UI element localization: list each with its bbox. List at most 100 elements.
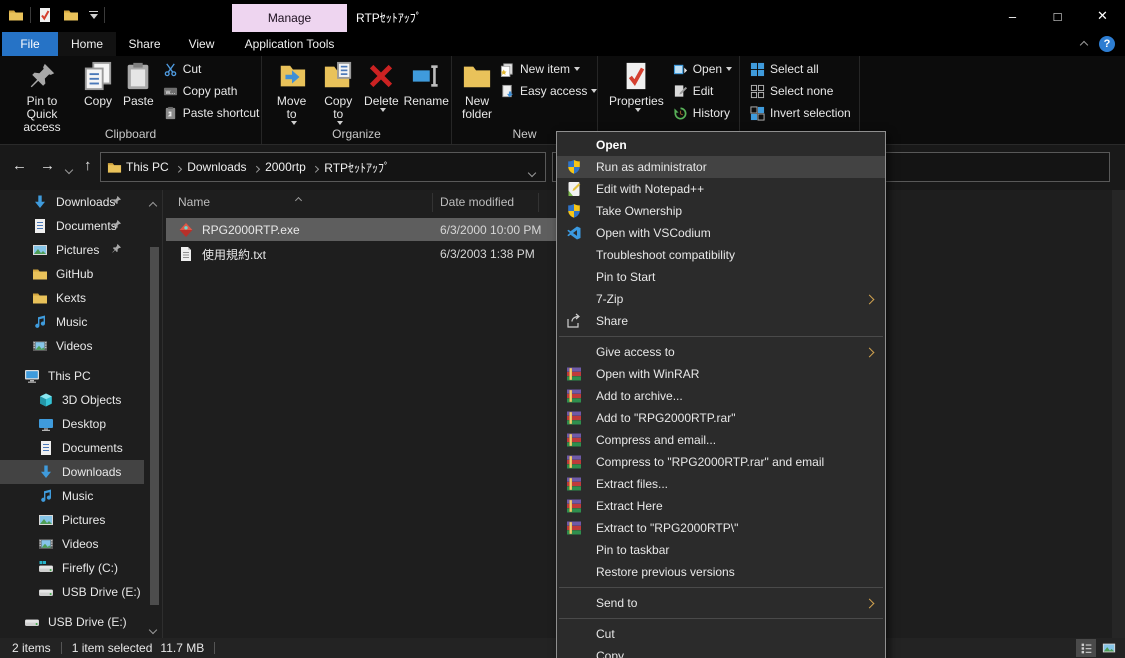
recent-locations-icon[interactable] xyxy=(66,162,72,176)
maximize-button[interactable]: □ xyxy=(1035,0,1080,32)
menu-item-add-to-archive[interactable]: Add to archive... xyxy=(557,385,885,407)
menu-item-share[interactable]: Share xyxy=(557,310,885,332)
column-header-name[interactable]: Name xyxy=(178,190,378,214)
forward-icon[interactable]: → xyxy=(40,157,55,174)
sidebar-item-videos[interactable]: Videos xyxy=(0,334,144,358)
breadcrumb-segment-rtp[interactable]: RTPｾｯﾄｱｯﾌﾟ xyxy=(320,159,394,176)
tab-application-tools[interactable]: Application Tools xyxy=(232,32,347,56)
menu-item-send-to[interactable]: Send to xyxy=(557,592,885,614)
help-icon[interactable]: ? xyxy=(1099,36,1115,52)
sidebar-item-pictures[interactable]: Pictures xyxy=(0,238,144,262)
menu-item-pin-to-start[interactable]: Pin to Start xyxy=(557,266,885,288)
menu-item-restore-previous-versions[interactable]: Restore previous versions xyxy=(557,561,885,583)
menu-item-take-ownership[interactable]: Take Ownership xyxy=(557,200,885,222)
address-bar[interactable]: This PC Downloads 2000rtp RTPｾｯﾄｱｯﾌﾟ xyxy=(100,152,546,182)
menu-item-compress-to-rpg2000rtp-rar-and-email[interactable]: Compress to "RPG2000RTP.rar" and email xyxy=(557,451,885,473)
sidebar-item-desktop[interactable]: Desktop xyxy=(0,412,144,436)
breadcrumb-segment-downloads[interactable]: Downloads xyxy=(183,160,250,174)
menu-item-run-as-administrator[interactable]: Run as administrator xyxy=(557,156,885,178)
ribbon-button-select-all[interactable]: Select all xyxy=(750,58,851,80)
ribbon-button-select-none[interactable]: Select none xyxy=(750,80,851,102)
ribbon-button-edit[interactable]: Edit xyxy=(673,80,732,102)
ribbon-button-copy[interactable]: Copy xyxy=(78,58,118,111)
thumbnail-view-button[interactable] xyxy=(1099,639,1119,657)
breadcrumb-segment-2000rtp[interactable]: 2000rtp xyxy=(261,160,310,174)
ribbon-button-new-folder[interactable]: New folder xyxy=(458,58,496,124)
ribbon-button-paste[interactable]: Paste xyxy=(118,58,159,111)
address-dropdown-icon[interactable] xyxy=(529,165,535,179)
back-icon[interactable]: ← xyxy=(12,157,27,174)
sidebar-item-github[interactable]: GitHub xyxy=(0,262,144,286)
sidebar-item-kexts[interactable]: Kexts xyxy=(0,286,144,310)
sidebar-scrollbar[interactable] xyxy=(148,190,160,638)
sidebar-item-music[interactable]: Music xyxy=(0,484,144,508)
column-header-date-modified[interactable]: Date modified xyxy=(440,190,550,214)
menu-item-open[interactable]: Open xyxy=(557,134,885,156)
sidebar-item-firefly-c[interactable]: Firefly (C:) xyxy=(0,556,144,580)
menu-item-extract-to-rpg2000rtp[interactable]: Extract to "RPG2000RTP\" xyxy=(557,517,885,539)
ribbon-group-label: Organize xyxy=(262,127,451,141)
menu-item-copy[interactable]: Copy xyxy=(557,645,885,658)
close-button[interactable]: ✕ xyxy=(1080,0,1125,32)
ribbon-button-paste-shortcut[interactable]: Paste shortcut xyxy=(163,102,260,124)
menu-item-compress-and-email[interactable]: Compress and email... xyxy=(557,429,885,451)
collapse-ribbon-icon[interactable] xyxy=(1081,37,1087,51)
sidebar-item-usb-drive-e[interactable]: USB Drive (E:) xyxy=(0,580,144,604)
menu-item-troubleshoot-compatibility[interactable]: Troubleshoot compatibility xyxy=(557,244,885,266)
tab-view[interactable]: View xyxy=(173,32,230,56)
menu-item-cut[interactable]: Cut xyxy=(557,623,885,645)
details-view-button[interactable] xyxy=(1076,639,1096,657)
list-scrollbar-track[interactable] xyxy=(1112,190,1125,638)
menu-item-give-access-to[interactable]: Give access to xyxy=(557,341,885,363)
tab-home[interactable]: Home xyxy=(58,32,116,56)
menu-item-extract-here[interactable]: Extract Here xyxy=(557,495,885,517)
dropdown-caret-icon xyxy=(337,121,343,125)
menu-item-7-zip[interactable]: 7-Zip xyxy=(557,288,885,310)
ribbon-button-new-item[interactable]: New item xyxy=(500,58,597,80)
ribbon-button-properties[interactable]: Properties xyxy=(604,58,669,115)
menu-item-open-with-winrar[interactable]: Open with WinRAR xyxy=(557,363,885,385)
menu-item-extract-files[interactable]: Extract files... xyxy=(557,473,885,495)
sidebar-item-videos[interactable]: Videos xyxy=(0,532,144,556)
minimize-button[interactable]: – xyxy=(990,0,1035,32)
qat-customize-button[interactable] xyxy=(89,11,98,20)
ribbon-button-pin-to-quick-access[interactable]: Pin to Quick access xyxy=(6,58,78,137)
sidebar-item-this-pc[interactable]: This PC xyxy=(0,364,144,388)
sidebar-item-3d-objects[interactable]: 3D Objects xyxy=(0,388,144,412)
ribbon-button-cut[interactable]: Cut xyxy=(163,58,260,80)
ribbon-button-invert-selection[interactable]: Invert selection xyxy=(750,102,851,124)
ribbon-button-history[interactable]: History xyxy=(673,102,732,124)
tab-share[interactable]: Share xyxy=(116,32,173,56)
menu-item-open-with-vscodium[interactable]: Open with VSCodium xyxy=(557,222,885,244)
up-icon[interactable]: ↑ xyxy=(84,157,92,174)
ribbon-button-move-to[interactable]: Move to xyxy=(268,58,315,128)
sidebar-scroll-thumb[interactable] xyxy=(150,247,159,605)
column-divider[interactable] xyxy=(538,193,539,212)
sidebar-item-downloads[interactable]: Downloads xyxy=(0,190,144,214)
ribbon-button-copy-path[interactable]: Copy path xyxy=(163,80,260,102)
menu-item-edit-with-notepad[interactable]: Edit with Notepad++ xyxy=(557,178,885,200)
file-row-txt[interactable]: 使用規約.txt6/3/2003 1:38 PM xyxy=(166,243,556,266)
tab-manage[interactable]: Manage xyxy=(232,4,347,32)
ribbon-button-rename[interactable]: Rename xyxy=(401,58,451,111)
sidebar-item-music[interactable]: Music xyxy=(0,310,144,334)
ribbon-button-delete[interactable]: Delete xyxy=(361,58,401,115)
file-row-rpg2000rtp-exe[interactable]: RPG2000RTP.exe6/3/2000 10:00 PM xyxy=(166,218,556,241)
new-folder-qat-icon[interactable] xyxy=(63,7,79,23)
scroll-up-icon[interactable] xyxy=(150,198,156,212)
sidebar-item-documents[interactable]: Documents xyxy=(0,436,144,460)
properties-qat-icon[interactable] xyxy=(37,7,53,23)
menu-item-add-to-rpg2000rtp-rar[interactable]: Add to "RPG2000RTP.rar" xyxy=(557,407,885,429)
ribbon-button-copy-to[interactable]: Copy to xyxy=(315,58,361,128)
scroll-down-icon[interactable] xyxy=(150,622,156,636)
ribbon-button-open[interactable]: Open xyxy=(673,58,732,80)
menu-item-pin-to-taskbar[interactable]: Pin to taskbar xyxy=(557,539,885,561)
sidebar-item-downloads[interactable]: Downloads xyxy=(0,460,144,484)
ribbon-button-easy-access[interactable]: Easy access xyxy=(500,80,597,102)
tab-file[interactable]: File xyxy=(2,32,58,56)
sidebar-item-pictures[interactable]: Pictures xyxy=(0,508,144,532)
sidebar-item-documents[interactable]: Documents xyxy=(0,214,144,238)
breadcrumb-segment-this-pc[interactable]: This PC xyxy=(122,160,173,174)
column-divider[interactable] xyxy=(432,193,433,212)
sidebar-item-usb-drive-e[interactable]: USB Drive (E:) xyxy=(0,610,144,634)
